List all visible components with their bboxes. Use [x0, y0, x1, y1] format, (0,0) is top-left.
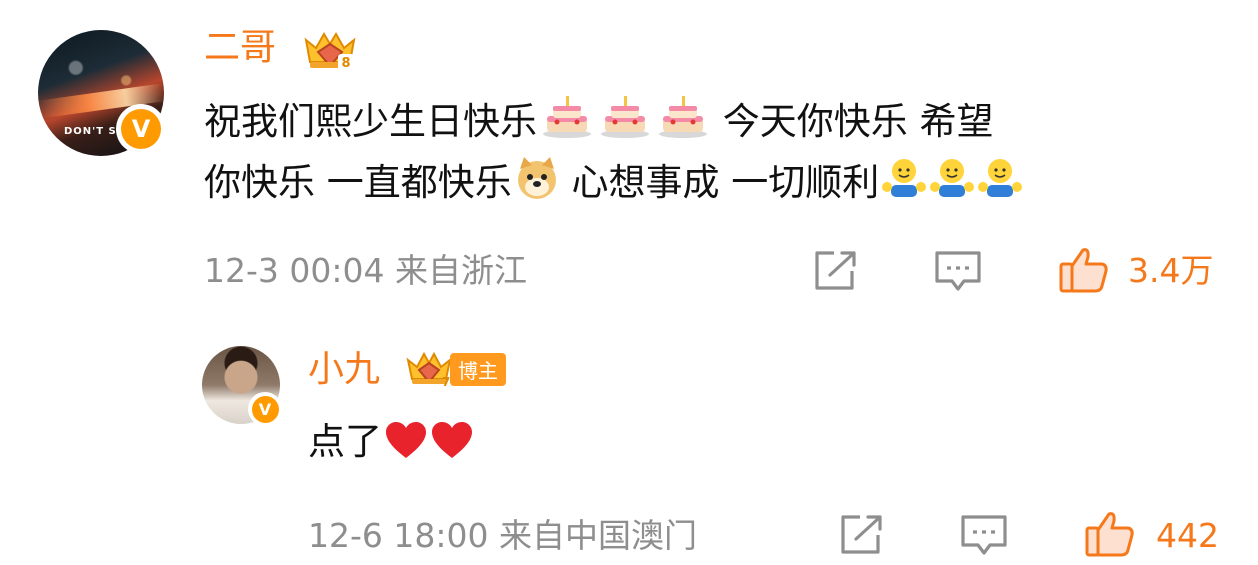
comment-button[interactable] [934, 250, 982, 294]
crown-badge[interactable]: 7 博主 [404, 348, 506, 390]
verified-icon: V [248, 392, 282, 426]
share-button[interactable] [812, 250, 858, 292]
crown-badge[interactable]: 8 [300, 26, 360, 78]
comment-icon [961, 515, 1007, 555]
cake-emoji [539, 94, 595, 155]
like-count: 442 [1156, 516, 1219, 555]
reply-text-content: 点了 [308, 420, 382, 463]
like-button[interactable] [1084, 510, 1136, 558]
doge-emoji [514, 155, 560, 216]
crown-level: 8 [341, 56, 350, 71]
heart-emoji [430, 420, 474, 475]
comment-meta: 12-3 00:04 来自浙江 [204, 251, 527, 290]
like-count: 3.4万 [1128, 251, 1214, 290]
cake-emoji [655, 94, 711, 155]
comment-text-line1b: 今天你快乐 希望 [722, 100, 994, 143]
hug-emoji [929, 155, 975, 216]
comment-username[interactable]: 二哥 [204, 30, 276, 66]
verified-icon: V [116, 104, 166, 154]
share-icon [815, 251, 856, 290]
reply-meta: 12-6 18:00 来自中国澳门 [308, 516, 697, 555]
crown-icon: 8 [304, 32, 356, 71]
comment-text-line2a: 你快乐 一直都快乐 [204, 161, 512, 204]
crown-level: 7 [442, 375, 450, 389]
author-badge: 博主 [450, 352, 506, 386]
reply-text: 点了 [308, 414, 474, 475]
comment-icon [935, 251, 981, 291]
like-button[interactable] [1058, 246, 1110, 294]
like-icon [1085, 512, 1134, 557]
comment-button[interactable] [960, 514, 1008, 558]
hug-emoji [977, 155, 1023, 216]
share-icon [841, 515, 882, 554]
reply-username[interactable]: 小九 [308, 352, 380, 388]
hug-emoji [881, 155, 927, 216]
crown-icon: 7 [406, 351, 452, 389]
like-icon [1059, 248, 1108, 293]
comment-text: 祝我们熙少生日快乐 今天你快乐 希望 你快乐 一直都快乐 心想事成 一切顺利 [204, 94, 1023, 216]
heart-emoji [384, 420, 428, 475]
comment-text-line1: 祝我们熙少生日快乐 [204, 100, 537, 143]
comment-text-line2b: 心想事成 一切顺利 [571, 161, 880, 204]
cake-emoji [597, 94, 653, 155]
share-button[interactable] [838, 514, 884, 556]
